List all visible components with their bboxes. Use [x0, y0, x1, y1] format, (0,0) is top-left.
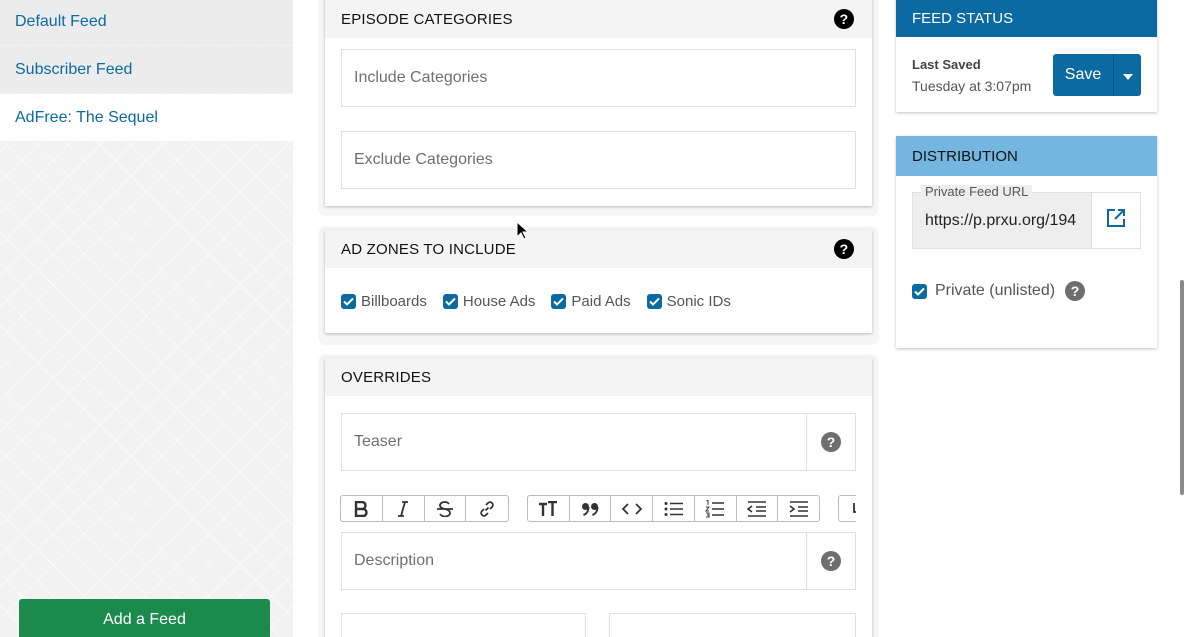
- teaser-help: ?: [806, 414, 855, 470]
- episode-categories-header: EPISODE CATEGORIES ?: [325, 0, 872, 38]
- help-icon[interactable]: ?: [834, 9, 854, 29]
- override-field-left[interactable]: [341, 613, 586, 637]
- outdent-icon[interactable]: [737, 496, 779, 521]
- sidebar-item-default-feed[interactable]: Default Feed: [0, 0, 293, 45]
- code-icon[interactable]: [611, 496, 654, 521]
- sidebar-item-label: AdFree: The Sequel: [15, 108, 158, 126]
- section-title: EPISODE CATEGORIES: [341, 10, 513, 28]
- section-title: DISTRIBUTION: [912, 147, 1018, 165]
- help-icon[interactable]: ?: [1065, 281, 1086, 301]
- add-feed-button[interactable]: Add a Feed: [19, 599, 270, 637]
- checkbox-label: Paid Ads: [571, 293, 631, 310]
- save-button-group: Save: [1053, 54, 1141, 96]
- help-icon[interactable]: ?: [821, 432, 841, 452]
- external-link-icon: [1106, 208, 1126, 233]
- checkbox-label: Sonic IDs: [666, 293, 731, 310]
- page-scrollbar[interactable]: [1180, 280, 1184, 495]
- url-input-area: [913, 193, 1092, 248]
- editor-toolbar-more-clip: [838, 495, 856, 522]
- description-field[interactable]: ?: [341, 532, 856, 590]
- checkmark-icon: [442, 294, 458, 309]
- mouse-cursor-icon: [516, 220, 530, 241]
- checkbox-label: House Ads: [462, 293, 536, 310]
- include-categories-input[interactable]: [342, 50, 855, 106]
- distribution-card: DISTRIBUTION Private Feed URL Private (u…: [896, 136, 1157, 348]
- private-feed-url-input[interactable]: [913, 193, 1092, 248]
- save-button[interactable]: Save: [1053, 54, 1113, 96]
- checkbox-label: Private (unlisted): [935, 282, 1056, 299]
- billboards-checkbox[interactable]: Billboards: [341, 293, 427, 310]
- italic-icon[interactable]: [383, 496, 425, 521]
- description-help: ?: [806, 533, 855, 589]
- teaser-input[interactable]: [342, 414, 855, 470]
- private-feed-url-label: Private Feed URL: [921, 185, 1033, 199]
- ad-zones-card: AD ZONES TO INCLUDE ? Billboards House A…: [325, 230, 872, 333]
- ad-zones-header: AD ZONES TO INCLUDE ?: [325, 230, 872, 268]
- last-saved-label: Last Saved: [912, 57, 981, 72]
- exclude-categories-field[interactable]: [341, 131, 856, 189]
- private-feed-url-field: Private Feed URL: [912, 185, 1141, 249]
- section-title: FEED STATUS: [912, 10, 1014, 27]
- help-icon[interactable]: ?: [834, 239, 854, 259]
- ad-zones-checkboxes: Billboards House Ads Paid Ads Sonic IDs: [341, 293, 747, 310]
- indent-icon[interactable]: [778, 496, 819, 521]
- checkmark-icon: [646, 294, 662, 309]
- sidebar-item-adfree-the-sequel[interactable]: AdFree: The Sequel: [0, 94, 293, 141]
- feed-status-card: FEED STATUS Last Saved Tuesday at 3:07pm…: [896, 0, 1157, 112]
- checkbox-label: Billboards: [361, 293, 427, 310]
- last-saved-value: Tuesday at 3:07pm: [912, 78, 1032, 94]
- editor-toolbar-more: [838, 495, 856, 522]
- section-title: AD ZONES TO INCLUDE: [341, 240, 516, 258]
- distribution-header: DISTRIBUTION: [896, 136, 1157, 176]
- help-icon[interactable]: ?: [821, 551, 841, 571]
- checkmark-icon: [551, 294, 567, 309]
- feed-status-header: FEED STATUS: [896, 0, 1157, 37]
- heading-icon[interactable]: [528, 496, 570, 521]
- sidebar-item-subscriber-feed[interactable]: Subscriber Feed: [0, 46, 293, 93]
- house-ads-checkbox[interactable]: House Ads: [442, 293, 536, 310]
- override-field-right[interactable]: [609, 613, 856, 637]
- overrides-header: OVERRIDES: [325, 358, 872, 396]
- link-icon[interactable]: [466, 496, 508, 521]
- editor-toolbar-blocks: [527, 495, 820, 522]
- include-categories-field[interactable]: [341, 49, 856, 107]
- description-input[interactable]: [342, 533, 855, 589]
- sonic-ids-checkbox[interactable]: Sonic IDs: [646, 293, 731, 310]
- quote-icon[interactable]: [570, 496, 612, 521]
- numbered-list-icon[interactable]: [695, 496, 737, 521]
- private-unlisted-checkbox[interactable]: Private (unlisted) ?: [912, 281, 1086, 301]
- undo-icon[interactable]: [839, 496, 856, 521]
- checkmark-icon: [912, 283, 927, 299]
- sidebar: Default Feed Subscriber Feed AdFree: The…: [0, 0, 293, 637]
- bold-icon[interactable]: [341, 496, 383, 521]
- editor-toolbar-format: [340, 495, 509, 522]
- exclude-categories-input[interactable]: [342, 132, 855, 188]
- teaser-field[interactable]: ?: [341, 413, 856, 471]
- checkmark-icon: [341, 294, 356, 309]
- section-title: OVERRIDES: [341, 368, 432, 386]
- open-url-button[interactable]: [1091, 193, 1140, 248]
- episode-categories-card: EPISODE CATEGORIES ?: [325, 0, 872, 206]
- sidebar-item-label: Subscriber Feed: [15, 60, 133, 78]
- paid-ads-checkbox[interactable]: Paid Ads: [551, 293, 631, 310]
- sidebar-item-label: Default Feed: [15, 12, 107, 30]
- caret-down-icon: [1122, 68, 1133, 83]
- save-options-button[interactable]: [1113, 54, 1141, 96]
- bullet-list-icon[interactable]: [653, 496, 695, 521]
- strikethrough-icon[interactable]: [425, 496, 467, 521]
